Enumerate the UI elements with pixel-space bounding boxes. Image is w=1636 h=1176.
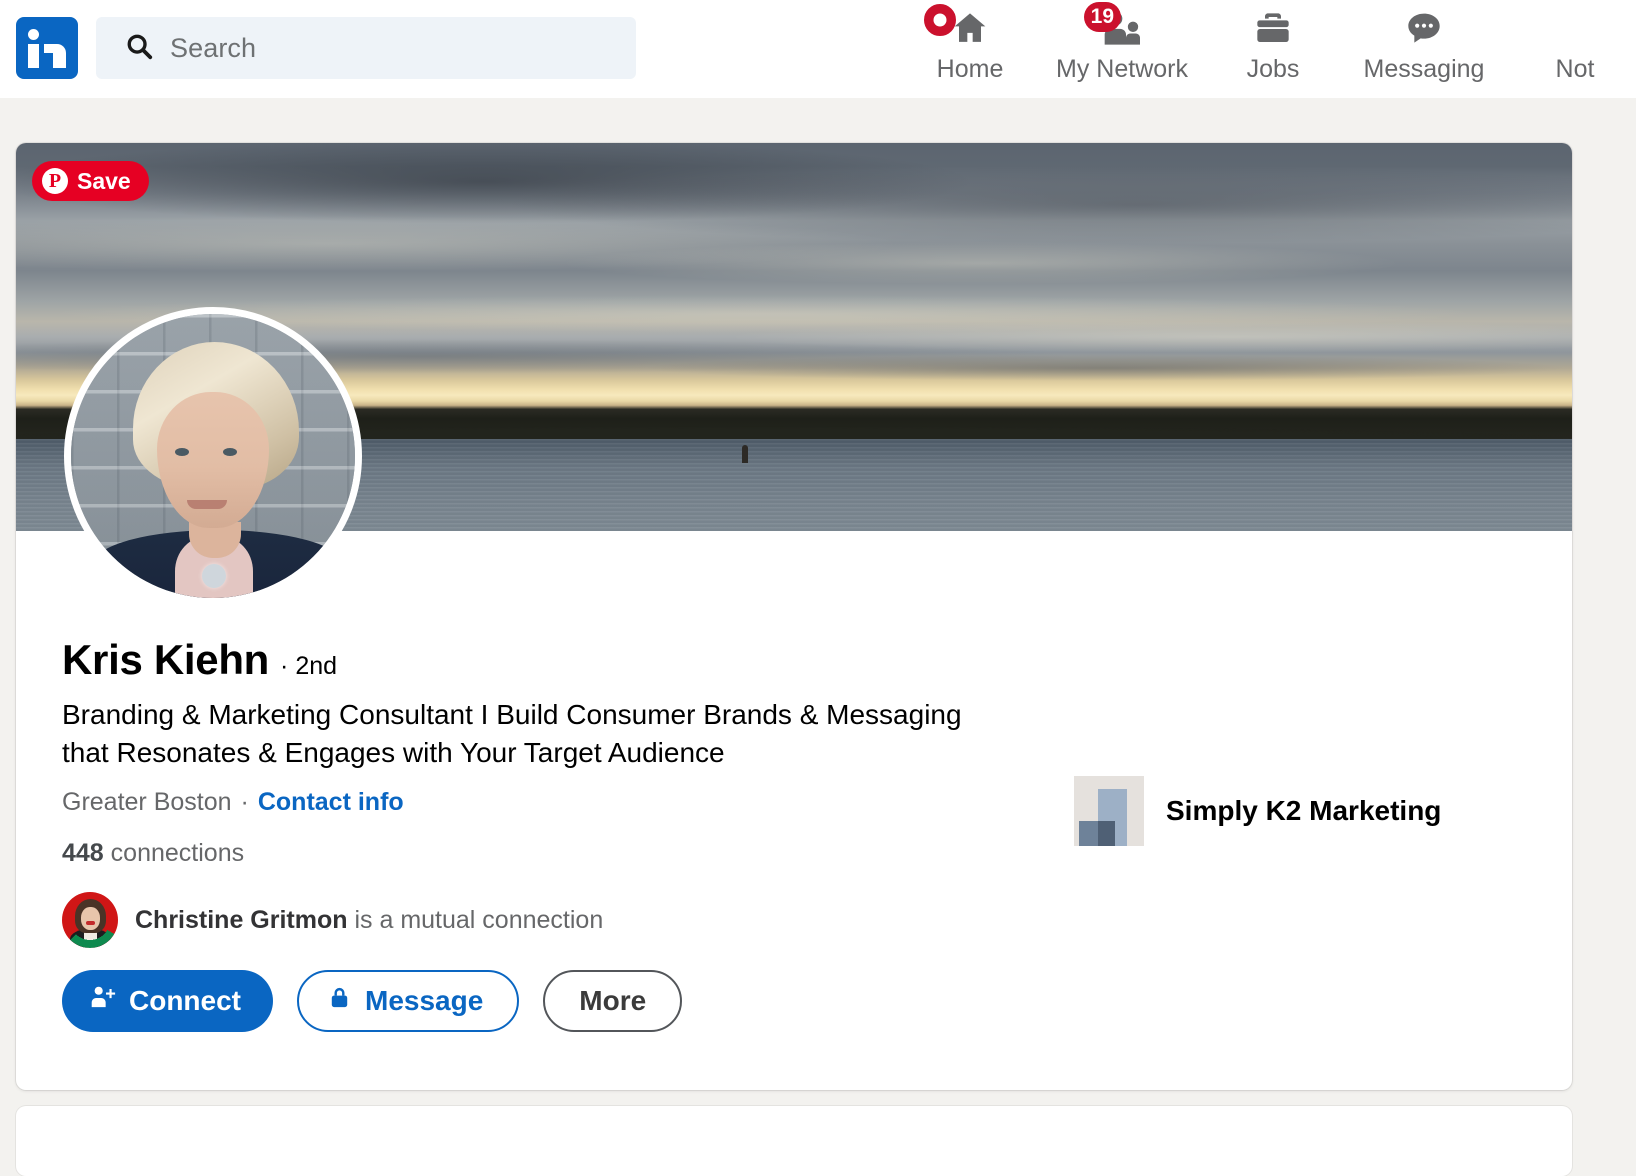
message-button-label: Message: [365, 985, 484, 1016]
connection-degree: · 2nd: [280, 652, 338, 680]
linkedin-logo[interactable]: [16, 17, 78, 79]
nav-left-group: Search: [16, 17, 636, 79]
current-company[interactable]: Simply K2 Marketing: [1074, 776, 1441, 846]
pinterest-icon: P: [42, 168, 68, 194]
linkedin-logo-dot: [28, 29, 39, 40]
top-navigation-bar: Search Home 19 My Network Jobs Messaging…: [0, 0, 1636, 98]
mutual-connection-avatar: [62, 892, 118, 949]
avatar-eye-left: [175, 448, 189, 456]
search-input[interactable]: Search: [96, 17, 636, 79]
pinterest-save-label: Save: [77, 167, 131, 194]
avatar-mouth: [187, 500, 227, 509]
connections-count-row[interactable]: 448 connections: [62, 839, 1042, 868]
home-notification-badge: [924, 4, 956, 36]
profile-avatar[interactable]: [64, 307, 362, 605]
nav-label-my-network: My Network: [1056, 55, 1188, 83]
profile-name: Kris Kiehn: [62, 636, 270, 683]
mutual-connection-name: Christine Gritmon: [135, 905, 348, 934]
nav-item-my-network[interactable]: 19 My Network: [1046, 2, 1198, 83]
nav-right-group: Home 19 My Network Jobs Messaging Not: [894, 2, 1636, 83]
network-icon-wrap: 19: [1083, 2, 1145, 54]
profile-info: Kris Kiehn · 2nd Branding & Marketing Co…: [62, 636, 1042, 949]
location-separator: ·: [240, 788, 249, 817]
company-logo-bar-dark: [1098, 821, 1115, 846]
profile-location: Greater Boston: [62, 788, 232, 817]
nav-item-notifications[interactable]: Not: [1500, 6, 1636, 82]
linkedin-logo-n: [44, 44, 66, 68]
mutual-connection-suffix: is a mutual connection: [354, 905, 604, 934]
nav-label-notifications: Not: [1555, 55, 1595, 83]
open-to-work-ring: [62, 892, 118, 949]
nav-item-home[interactable]: Home: [894, 4, 1046, 83]
profile-headline: Branding & Marketing Consultant I Build …: [62, 699, 962, 769]
person-add-icon: [89, 984, 116, 1018]
home-icon-wrap: [924, 4, 992, 54]
avatar-necklace: [202, 564, 226, 588]
connect-button-label: Connect: [129, 985, 241, 1016]
avatar-eye-right: [223, 448, 237, 456]
more-button-label: More: [579, 985, 647, 1016]
profile-card: P Save Kris Kiehn · 2nd Branding & Marke…: [16, 143, 1572, 1090]
message-icon-wrap: [1402, 6, 1446, 54]
nav-label-jobs: Jobs: [1246, 55, 1300, 83]
network-count-badge: 19: [1083, 2, 1121, 32]
mutual-connection-row[interactable]: Christine Gritmon is a mutual connection: [62, 892, 1042, 949]
lock-icon: [327, 984, 352, 1018]
briefcase-icon-wrap: [1252, 6, 1294, 54]
connections-count: 448: [62, 839, 104, 868]
more-button[interactable]: More: [543, 970, 683, 1032]
connections-label: connections: [110, 839, 245, 868]
next-section-card: [16, 1106, 1572, 1176]
nav-item-jobs[interactable]: Jobs: [1198, 6, 1348, 82]
message-icon: [1402, 8, 1446, 53]
linkedin-logo-i: [28, 44, 39, 68]
nav-label-messaging: Messaging: [1363, 55, 1485, 83]
contact-info-link[interactable]: Contact info: [258, 788, 404, 817]
search-placeholder-text: Search: [170, 32, 257, 63]
profile-name-row: Kris Kiehn · 2nd: [62, 636, 1042, 683]
profile-location-row: Greater Boston · Contact info: [62, 788, 1042, 817]
pinterest-save-button[interactable]: P Save: [32, 161, 149, 201]
profile-action-buttons: Connect Message More: [62, 970, 683, 1032]
search-icon: [124, 31, 154, 66]
connect-button[interactable]: Connect: [62, 970, 273, 1032]
message-button[interactable]: Message: [297, 970, 520, 1032]
nav-label-home: Home: [936, 55, 1004, 83]
mutual-connection-text: Christine Gritmon is a mutual connection: [135, 906, 603, 935]
banner-buoy: [742, 445, 748, 463]
company-logo-icon: [1074, 776, 1144, 846]
briefcase-icon: [1252, 8, 1294, 53]
company-name: Simply K2 Marketing: [1166, 795, 1442, 826]
nav-item-messaging[interactable]: Messaging: [1348, 6, 1500, 82]
